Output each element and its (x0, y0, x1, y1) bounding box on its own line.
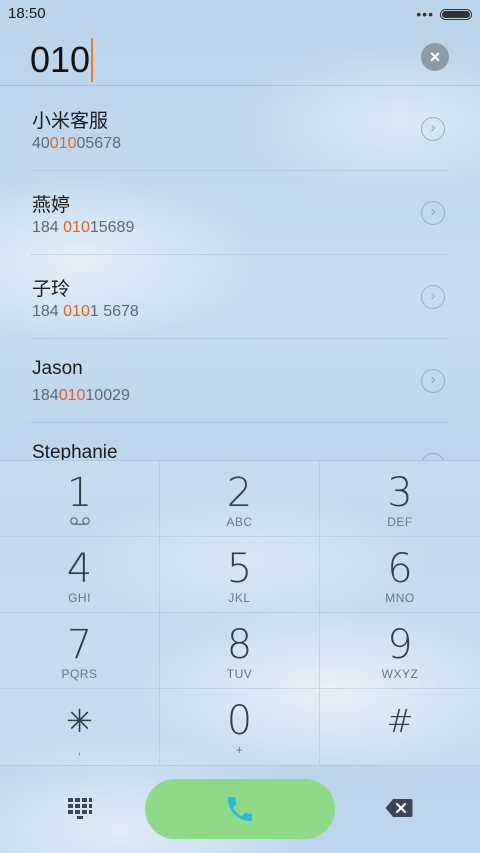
key-digit: 4 (66, 546, 93, 592)
key-letters: JKL (228, 591, 251, 605)
key-digit: 5 (226, 546, 253, 592)
result-item[interactable]: Jason 18401010029 › (30, 339, 448, 423)
key-digit: 8 (226, 622, 253, 668)
contact-name: Stephanie (32, 442, 118, 460)
key-letters: MNO (385, 591, 415, 605)
key-7[interactable]: 7 PQRS (0, 613, 160, 689)
match-highlight: 010 (63, 219, 90, 236)
key-1[interactable]: 1 (0, 461, 160, 537)
notification-dots-icon: ••• (416, 6, 434, 22)
dialpad-icon[interactable] (68, 798, 92, 820)
result-item[interactable]: 燕婷 184 01015689 › (30, 171, 448, 255)
phone-icon (228, 797, 252, 821)
key-digit: 7 (66, 622, 93, 668)
chevron-right-icon[interactable]: › (421, 369, 445, 393)
text-caret (91, 38, 94, 82)
match-highlight: 010 (58, 387, 86, 404)
battery-icon (440, 9, 472, 20)
key-4[interactable]: 4 GHI (0, 537, 160, 613)
key-letters: , (77, 743, 82, 757)
key-letters: PQRS (61, 667, 98, 681)
key-0[interactable]: 0 + (160, 689, 320, 765)
chevron-right-icon[interactable]: › (421, 285, 445, 309)
voicemail-icon (0, 515, 159, 529)
chevron-right-icon[interactable]: › (421, 117, 445, 141)
contact-name: 小米客服 (32, 111, 109, 132)
match-highlight: 010 (49, 135, 77, 152)
bottom-bar (0, 765, 480, 853)
contact-number: 4001005678 (32, 135, 121, 152)
contact-number: 184 0101 5678 (32, 303, 139, 320)
key-digit: 6 (387, 546, 413, 592)
key-digit: ✳ (66, 702, 93, 740)
key-5[interactable]: 5 JKL (160, 537, 320, 613)
contact-number: 18401010029 (32, 387, 130, 404)
key-digit: 9 (387, 622, 413, 668)
key-hash[interactable]: # (320, 689, 480, 765)
key-digit: 0 (226, 698, 253, 744)
match-highlight: 010 (63, 303, 90, 320)
key-digit: 2 (226, 470, 253, 516)
key-digit: # (386, 702, 414, 740)
key-letters: GHI (68, 591, 91, 605)
key-letters: TUV (226, 667, 253, 681)
backspace-icon[interactable] (385, 798, 413, 818)
result-item[interactable]: Stephanie › (30, 423, 448, 460)
key-letters: WXYZ (381, 667, 419, 681)
dial-input-row: 010 × (0, 28, 480, 86)
close-icon: × (429, 47, 441, 67)
chevron-right-icon[interactable]: › (421, 453, 445, 460)
key-2[interactable]: 2 ABC (160, 461, 320, 537)
status-time: 18:50 (8, 5, 46, 22)
dial-input[interactable]: 010 (30, 38, 94, 82)
dialpad: 1 2 ABC 3 DEF 4 GHI 5 JKL 6 MNO 7 PQRS 8… (0, 460, 480, 765)
key-3[interactable]: 3 DEF (320, 461, 480, 537)
status-bar: 18:50 ••• (0, 0, 480, 28)
contact-name: Jason (32, 358, 83, 379)
key-star[interactable]: ✳ , (0, 689, 160, 765)
key-digit: 1 (66, 470, 93, 516)
search-results-list: 小米客服 4001005678 › 燕婷 184 01015689 › 子玲 1… (0, 87, 480, 460)
key-letters: ABC (226, 515, 253, 529)
contact-name: 子玲 (32, 279, 71, 300)
contact-name: 燕婷 (32, 195, 71, 216)
key-9[interactable]: 9 WXYZ (320, 613, 480, 689)
call-button[interactable] (145, 779, 335, 839)
dial-input-value: 010 (30, 39, 91, 80)
result-item[interactable]: 子玲 184 0101 5678 › (30, 255, 448, 339)
result-item[interactable]: 小米客服 4001005678 › (30, 87, 448, 171)
key-letters: DEF (387, 515, 413, 529)
key-digit: 3 (387, 470, 413, 516)
contact-number: 184 01015689 (32, 219, 135, 236)
clear-input-button[interactable]: × (421, 43, 449, 71)
key-letters: + (235, 743, 244, 757)
key-6[interactable]: 6 MNO (320, 537, 480, 613)
key-8[interactable]: 8 TUV (160, 613, 320, 689)
chevron-right-icon[interactable]: › (421, 201, 445, 225)
